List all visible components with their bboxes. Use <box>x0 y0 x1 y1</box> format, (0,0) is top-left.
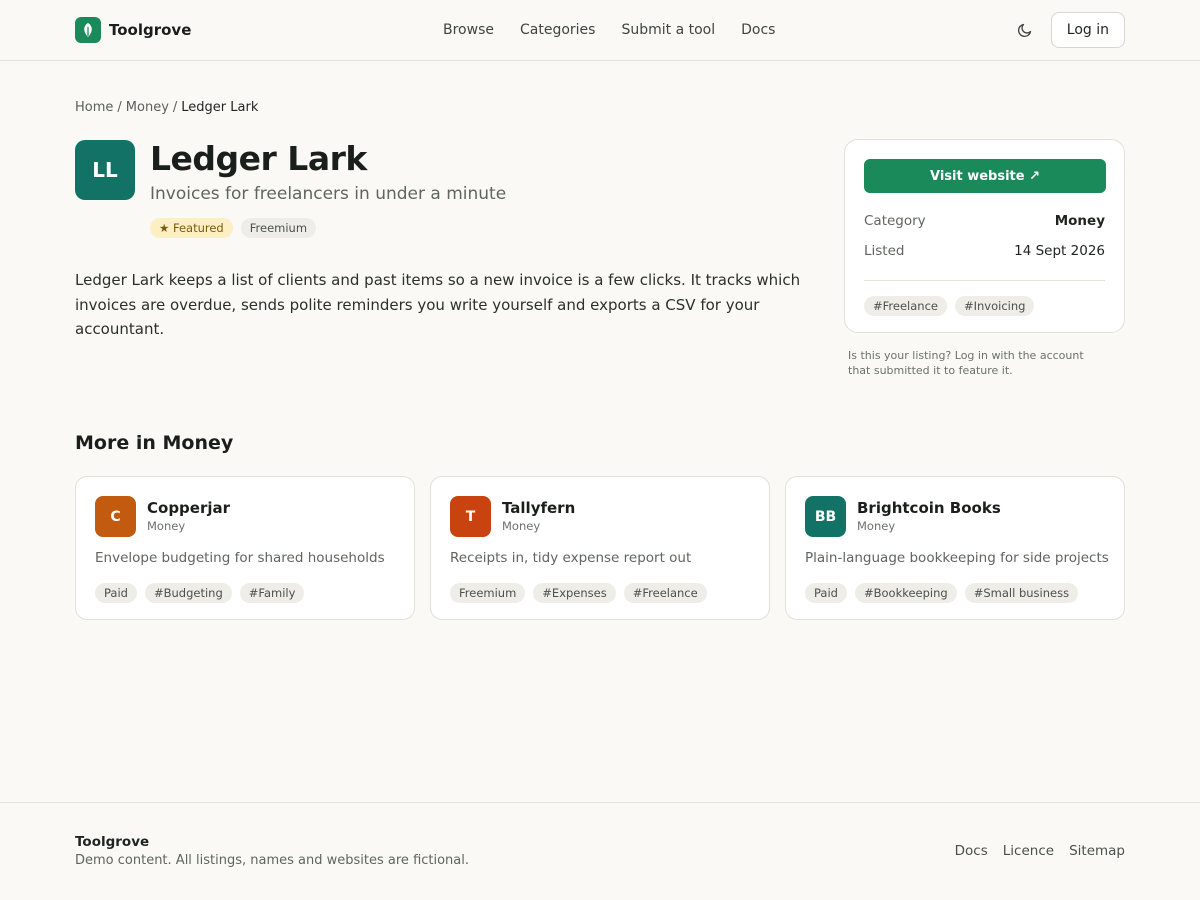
breadcrumb-category[interactable]: Money <box>126 100 169 115</box>
site-footer: Toolgrove Demo content. All listings, na… <box>0 802 1200 900</box>
related-tool-card[interactable]: C Copperjar Money Envelope budgeting for… <box>75 476 415 620</box>
breadcrumb: Home / Money / Ledger Lark <box>75 100 258 115</box>
card-tag: #Small business <box>964 583 1079 603</box>
related-tool-card[interactable]: T Tallyfern Money Receipts in, tidy expe… <box>430 476 770 620</box>
category-label: Category <box>864 213 926 229</box>
card-tag: #Freelance <box>623 583 707 603</box>
tool-badges: ★ Featured Freemium <box>150 218 317 238</box>
tag-freelance[interactable]: #Freelance <box>864 296 947 316</box>
tool-info-card: Visit website ↗ Category Money Listed 14… <box>844 139 1125 333</box>
nav-submit-tool[interactable]: Submit a tool <box>621 22 715 38</box>
breadcrumb-separator: / <box>172 100 178 115</box>
category-row: Category Money <box>864 213 1105 231</box>
card-tag: #Expenses <box>533 583 616 603</box>
card-tag: Paid <box>95 583 137 603</box>
related-tool-card[interactable]: BB Brightcoin Books Money Plain-language… <box>785 476 1125 620</box>
card-tag: Paid <box>805 583 847 603</box>
tool-tagline: Invoices for freelancers in under a minu… <box>150 184 507 204</box>
tool-avatar: T <box>450 496 491 537</box>
card-tag: Freemium <box>450 583 526 603</box>
card-description: Plain-language bookkeeping for side proj… <box>805 550 1109 566</box>
card-tags: Paid #Budgeting #Family <box>95 583 305 603</box>
claim-listing-note: Is this your listing? Log in with the ac… <box>848 349 1084 377</box>
tool-description: Ledger Lark keeps a list of clients and … <box>75 271 801 338</box>
top-navigation-bar: Toolgrove Browse Categories Submit a too… <box>0 0 1200 61</box>
listed-row: Listed 14 Sept 2026 <box>864 243 1105 261</box>
tag-invoicing[interactable]: #Invoicing <box>954 296 1035 316</box>
card-title: Copperjar <box>147 499 231 517</box>
header-actions: Log in <box>1013 12 1125 48</box>
card-category: Money <box>502 519 541 533</box>
card-category: Money <box>857 519 896 533</box>
card-tag: #Family <box>239 583 305 603</box>
brand-link[interactable]: Toolgrove <box>75 17 191 43</box>
card-tag: #Budgeting <box>144 583 232 603</box>
tool-tags: #Freelance #Invoicing <box>864 296 1105 316</box>
page-title: Ledger Lark <box>150 139 367 178</box>
pricing-badge: Freemium <box>240 218 317 238</box>
visit-website-button[interactable]: Visit website ↗ <box>864 159 1106 193</box>
nav-categories[interactable]: Categories <box>520 22 595 38</box>
featured-badge: ★ Featured <box>150 218 233 238</box>
main-nav: Browse Categories Submit a tool Docs <box>443 0 775 60</box>
nav-browse[interactable]: Browse <box>443 22 494 38</box>
footer-brand: Toolgrove <box>75 834 150 850</box>
leaf-logo-icon <box>75 17 101 43</box>
card-title: Tallyfern <box>502 499 576 517</box>
nav-docs[interactable]: Docs <box>741 22 775 38</box>
breadcrumb-current: Ledger Lark <box>181 100 259 115</box>
card-tags: Freemium #Expenses #Freelance <box>450 583 707 603</box>
moon-icon[interactable] <box>1013 12 1037 48</box>
login-button[interactable]: Log in <box>1050 12 1125 48</box>
tool-avatar: C <box>95 496 136 537</box>
category-value[interactable]: Money <box>1055 213 1105 231</box>
related-tools-list: C Copperjar Money Envelope budgeting for… <box>75 476 1125 620</box>
listed-date: 14 Sept 2026 <box>1014 243 1105 259</box>
card-description: Envelope budgeting for shared households <box>95 550 385 566</box>
footer-disclaimer: Demo content. All listings, names and we… <box>75 853 470 868</box>
related-section-title: More in Money <box>75 432 234 454</box>
tool-avatar: BB <box>805 496 846 537</box>
card-title: Brightcoin Books <box>857 499 1001 517</box>
footer-links: Docs Licence Sitemap <box>955 843 1125 859</box>
tool-avatar: LL <box>75 140 135 200</box>
breadcrumb-separator: / <box>117 100 122 115</box>
footer-link-sitemap[interactable]: Sitemap <box>1069 843 1125 859</box>
footer-link-docs[interactable]: Docs <box>955 843 988 859</box>
card-description: Receipts in, tidy expense report out <box>450 550 692 566</box>
card-tag: #Bookkeeping <box>854 583 957 603</box>
footer-link-licence[interactable]: Licence <box>1003 843 1054 859</box>
card-tags: Paid #Bookkeeping #Small business <box>805 583 1079 603</box>
breadcrumb-home[interactable]: Home <box>75 100 113 115</box>
card-category: Money <box>147 519 186 533</box>
divider <box>864 280 1105 281</box>
brand-name: Toolgrove <box>109 21 192 39</box>
listed-label: Listed <box>864 243 905 259</box>
